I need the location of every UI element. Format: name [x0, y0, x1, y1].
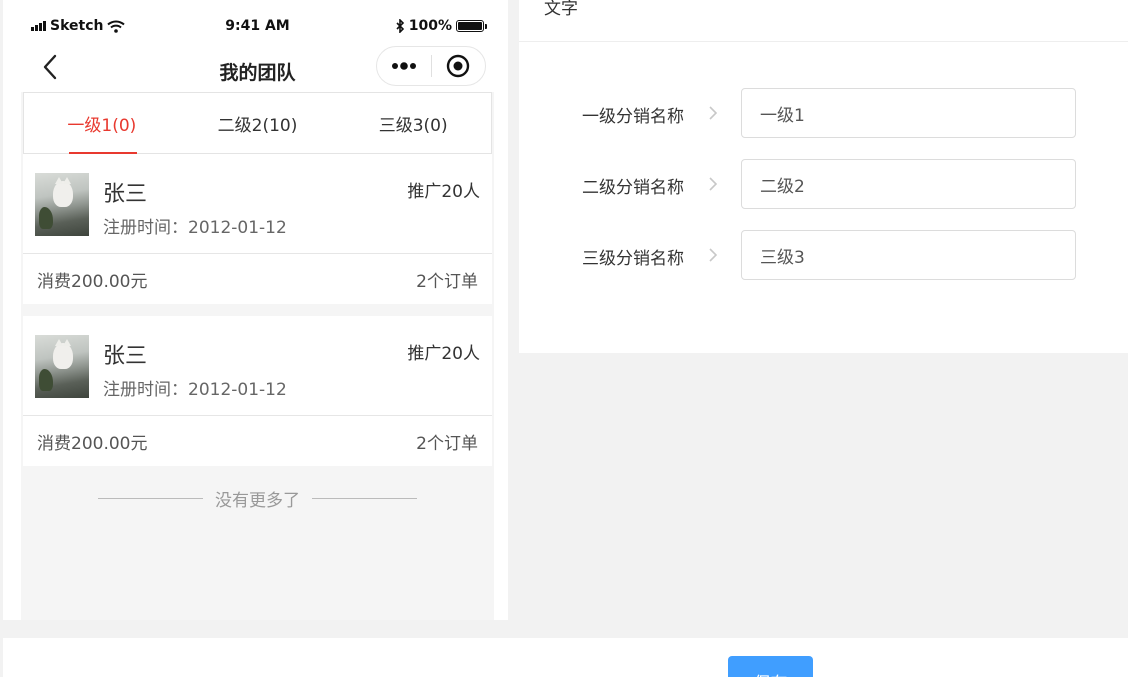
- member-name: 张三: [103, 182, 148, 207]
- bluetooth-icon: [396, 19, 404, 33]
- member-card-top: 张三 注册时间：2012-01-12 推广20人: [23, 316, 492, 416]
- member-promo-count: 推广20人: [407, 344, 480, 364]
- member-register-date: 注册时间：2012-01-12: [103, 380, 287, 400]
- level-2-name-label: 二级分销名称: [582, 178, 684, 198]
- chevron-right-icon: [709, 177, 718, 191]
- member-name: 张三: [103, 344, 148, 369]
- target-icon: [447, 54, 470, 78]
- member-orders: 2个订单: [416, 271, 478, 292]
- status-right: 100%: [396, 18, 487, 34]
- member-orders: 2个订单: [416, 433, 478, 454]
- level-1-name-input[interactable]: [741, 88, 1076, 138]
- battery-icon: [456, 20, 487, 32]
- avatar: [35, 335, 89, 398]
- member-card-bottom: 消费200.00元 2个订单: [23, 254, 492, 304]
- divider-line: [312, 498, 417, 499]
- level-3-name-label: 三级分销名称: [582, 249, 684, 269]
- avatar: [35, 173, 89, 236]
- member-card[interactable]: 张三 注册时间：2012-01-12 推广20人 消费200.00元 2个订单: [23, 316, 492, 466]
- member-card-top: 张三 注册时间：2012-01-12 推广20人: [23, 154, 492, 254]
- level-3-name-input[interactable]: [741, 230, 1076, 280]
- no-more-text: 没有更多了: [215, 491, 300, 511]
- mini-program-capsule: [376, 46, 486, 86]
- settings-header: 文字: [519, 0, 1128, 42]
- member-spend: 消费200.00元: [37, 271, 148, 292]
- member-card-bottom: 消费200.00元 2个订单: [23, 416, 492, 466]
- tab-level-1[interactable]: 一级1(0): [24, 93, 180, 154]
- close-program-button[interactable]: [432, 47, 486, 85]
- chevron-right-icon: [709, 248, 718, 262]
- settings-panel: 文字 一级分销名称 二级分销名称 三级分销名称: [519, 0, 1128, 353]
- form-row-level-2: 二级分销名称: [519, 159, 1128, 209]
- divider-line: [98, 498, 203, 499]
- phone-preview-frame: Sketch 9:41 AM 100% 我的团队 一级1(0) 二级2(10) …: [3, 0, 508, 620]
- chevron-right-icon: [709, 106, 718, 120]
- settings-header-title: 文字: [544, 0, 578, 19]
- form-row-level-1: 一级分销名称: [519, 88, 1128, 138]
- more-button[interactable]: [377, 47, 431, 85]
- level-2-name-input[interactable]: [741, 159, 1076, 209]
- nav-bar: 我的团队: [21, 40, 494, 92]
- bottom-action-bar: 保存: [3, 638, 1128, 677]
- level-tabs: 一级1(0) 二级2(10) 三级3(0): [23, 92, 492, 154]
- member-promo-count: 推广20人: [407, 182, 480, 202]
- save-button[interactable]: 保存: [728, 656, 813, 677]
- member-spend: 消费200.00元: [37, 433, 148, 454]
- member-card[interactable]: 张三 注册时间：2012-01-12 推广20人 消费200.00元 2个订单: [23, 154, 492, 304]
- level-1-name-label: 一级分销名称: [582, 107, 684, 127]
- battery-percent: 100%: [408, 18, 452, 34]
- form-row-level-3: 三级分销名称: [519, 230, 1128, 280]
- no-more-indicator: 没有更多了: [21, 486, 494, 511]
- status-bar: Sketch 9:41 AM 100%: [21, 14, 494, 40]
- member-register-date: 注册时间：2012-01-12: [103, 218, 287, 238]
- phone-screen: Sketch 9:41 AM 100% 我的团队 一级1(0) 二级2(10) …: [21, 14, 494, 620]
- tab-level-2[interactable]: 二级2(10): [180, 93, 336, 153]
- tab-level-3[interactable]: 三级3(0): [335, 93, 491, 153]
- more-dots-icon: [391, 62, 416, 70]
